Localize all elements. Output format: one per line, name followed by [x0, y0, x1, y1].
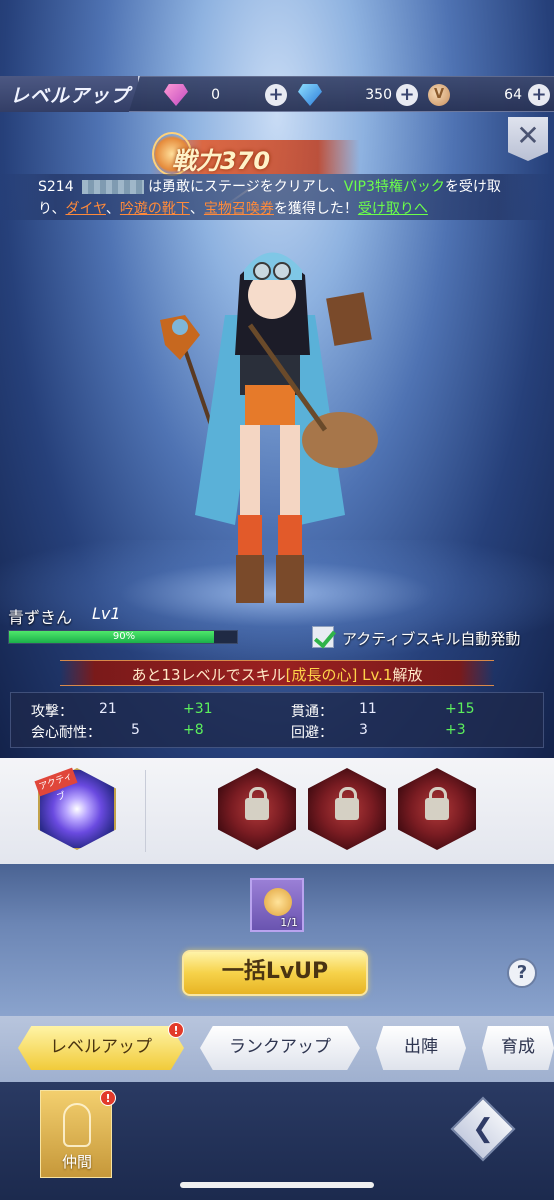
lock-icon [335, 787, 359, 820]
item-count: 1/1 [280, 916, 298, 929]
companion-badge: ! [100, 1090, 116, 1106]
reward-socks-link[interactable]: 吟遊の靴下 [120, 201, 190, 217]
blue-gem-amount: 350 [365, 87, 392, 103]
skills-divider [145, 770, 146, 852]
claim-link[interactable]: 受け取りへ [358, 201, 428, 217]
reward-diamond-link[interactable]: ダイヤ [65, 201, 105, 217]
xp-percent-label: 90% [112, 631, 136, 642]
announcement-text: は勇敢にステージをクリアし、 [148, 179, 344, 195]
character-illustration [160, 252, 378, 603]
unlock-suffix: 解放 [392, 666, 423, 684]
home-indicator [180, 1182, 374, 1188]
close-button[interactable]: ✕ [508, 117, 548, 161]
tab-deploy[interactable]: 出陣 [376, 1026, 466, 1070]
announcement-text: り、 [38, 201, 66, 217]
stat-value: 3 [359, 722, 368, 738]
server-id: S214 [38, 179, 74, 195]
add-v-coin-button[interactable]: + [528, 84, 550, 106]
auto-skill-checkbox[interactable] [312, 626, 334, 648]
companion-icon [63, 1103, 91, 1147]
skill-unlock-text: あと13レベルでスキル[成長の心] Lv.1解放 [60, 664, 494, 685]
currency-v-coin: V 64 + [428, 84, 552, 106]
stat-bonus: +8 [183, 722, 204, 738]
lock-icon [425, 787, 449, 820]
stat-label: 貫通： [291, 704, 333, 720]
auto-skill-label: アクティブスキル自動発動 [342, 630, 521, 648]
power-value: 戦力370 [172, 147, 271, 175]
screen-title-tab: レベルアップ [0, 76, 140, 112]
blue-gem-icon [298, 84, 322, 106]
medal-icon [264, 888, 292, 916]
stat-label: 回避： [291, 725, 333, 741]
add-blue-gem-button[interactable]: + [396, 84, 418, 106]
unlock-prefix: あと13レベルでスキル [131, 666, 286, 684]
announcement-line-2: り、ダイヤ、吟遊の靴下、宝物召喚券を獲得した！受け取りへ [38, 198, 428, 220]
skill-unlock-banner: あと13レベルでスキル[成長の心] Lv.1解放 [60, 660, 494, 686]
unlock-skill-name: [成長の心] Lv.1 [285, 666, 393, 684]
currency-blue-gem: 350 + [294, 84, 420, 106]
stat-bonus: +3 [445, 722, 466, 738]
add-pink-gem-button[interactable]: + [265, 84, 287, 106]
stat-value: 5 [131, 722, 140, 738]
character-level: Lv1 [92, 604, 121, 623]
bulk-levelup-button[interactable]: 一括LvUP [182, 950, 368, 996]
vip-pack-text: VIP3特権パック [343, 179, 445, 195]
stat-bonus: +31 [183, 701, 213, 717]
separator: 、 [105, 201, 120, 217]
stat-label: 攻撃： [31, 704, 73, 720]
character-name: 青ずきん [8, 608, 73, 627]
blurred-player-name [82, 180, 145, 194]
stat-bonus: +15 [445, 701, 475, 717]
v-coin-icon: V [428, 84, 450, 106]
stat-value: 21 [99, 701, 117, 717]
screen-title: レベルアップ [10, 85, 131, 107]
announcement-ticker: S214 は勇敢にステージをクリアし、VIP3特権パックを受け取 り、ダイヤ、吟… [0, 174, 554, 220]
stat-value: 11 [359, 701, 377, 717]
help-button[interactable]: ? [507, 958, 537, 988]
announcement-line-1: S214 は勇敢にステージをクリアし、VIP3特権パックを受け取 [38, 176, 501, 198]
announcement-text: を獲得した！ [273, 201, 358, 217]
v-coin-amount: 64 [504, 87, 522, 103]
separator: 、 [189, 201, 204, 217]
pink-gem-amount: 0 [211, 87, 220, 103]
tab-training[interactable]: 育成 [482, 1026, 554, 1070]
reward-ticket-link[interactable]: 宝物召喚券 [204, 201, 274, 217]
levelup-material-item[interactable]: 1/1 [250, 878, 304, 932]
announcement-text: を受け取 [444, 179, 501, 195]
stat-label: 会心耐性： [31, 725, 101, 741]
tab-rank-up[interactable]: ランクアップ [200, 1026, 360, 1070]
level-up-screen: レベルアップ 0 + 350 + V 64 + ✕ 戦力370 S214 は勇敢… [0, 0, 554, 1200]
companion-label: 仲間 [61, 1153, 92, 1171]
currency-pink-gem: 0 + [160, 84, 288, 106]
tab-level-up[interactable]: レベルアップ [18, 1026, 184, 1070]
stats-panel: 攻撃： 21 +31 貫通： 11 +15 会心耐性： 5 +8 回避： 3 +… [10, 692, 544, 748]
xp-progress-bar: 90% [8, 630, 238, 644]
lock-icon [245, 787, 269, 820]
back-arrow-icon: ❮ [472, 1114, 494, 1144]
tab-level-up-badge: ! [168, 1022, 184, 1038]
